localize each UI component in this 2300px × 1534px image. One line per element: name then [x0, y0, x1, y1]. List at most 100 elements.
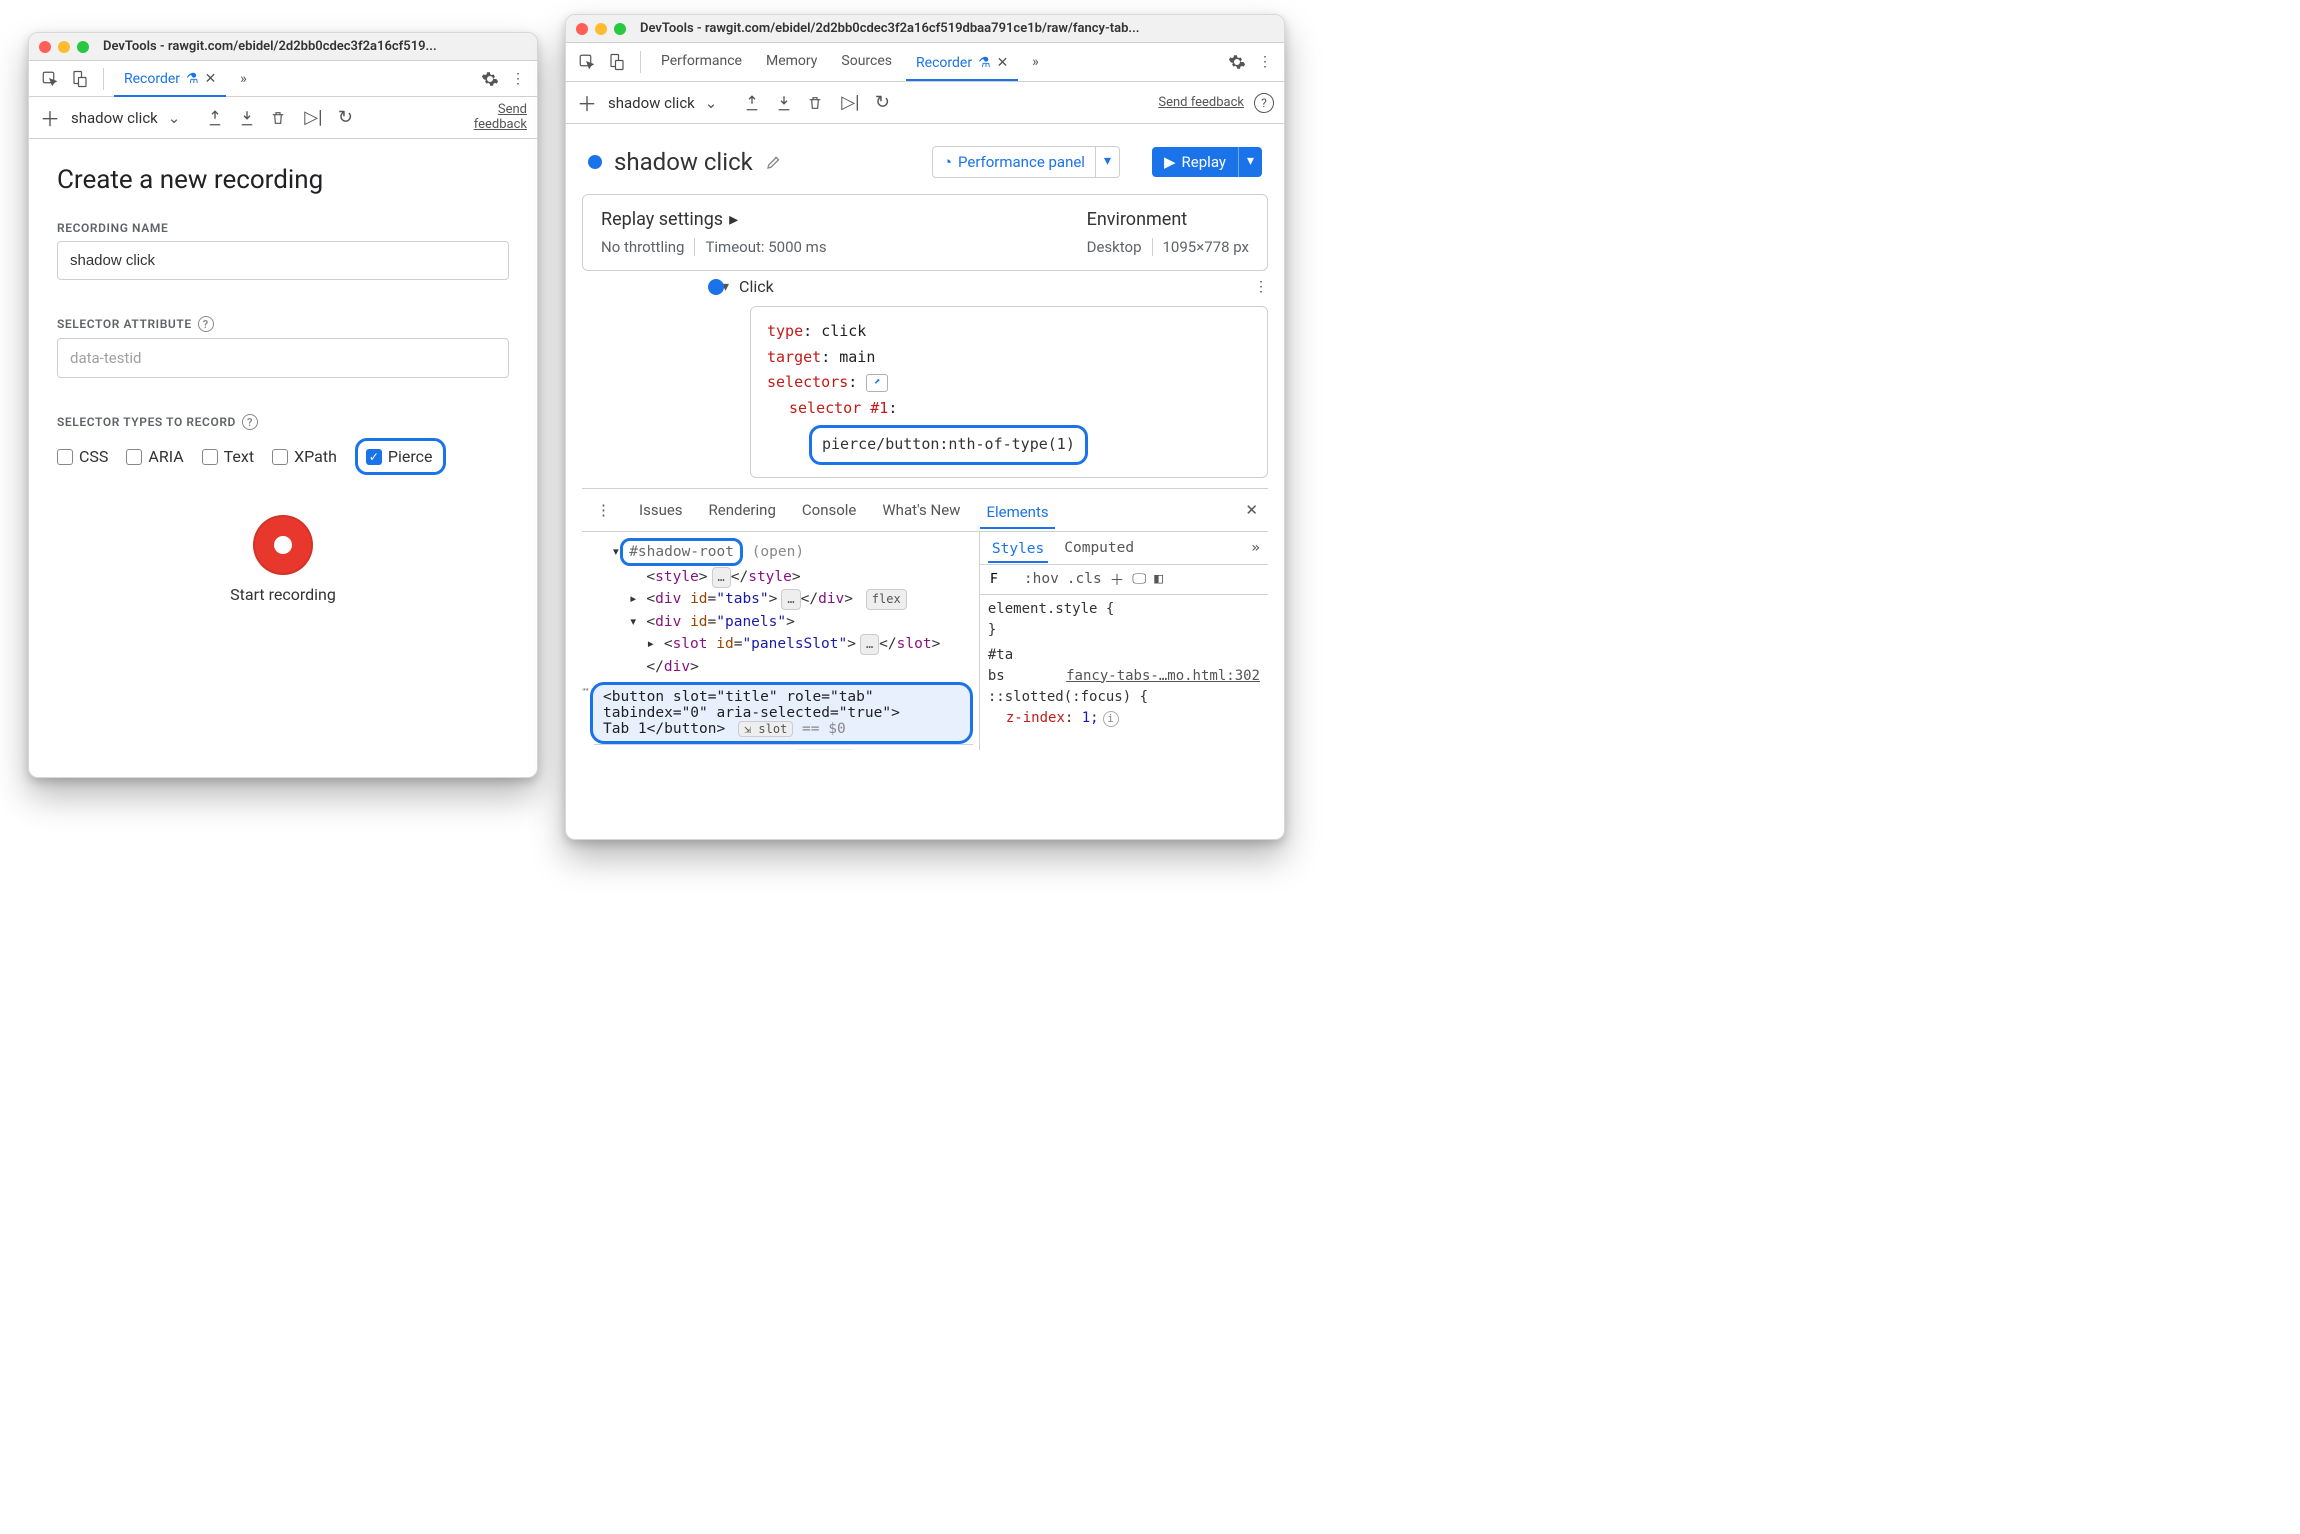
styles-filter-input[interactable]	[988, 571, 1016, 588]
step-timeline: ▾ Click ⋮ type: click target: main selec…	[582, 277, 1268, 478]
minimize-dot[interactable]	[595, 23, 607, 35]
step-kebab-icon[interactable]: ⋮	[1254, 279, 1268, 295]
new-recording-icon[interactable]: ＋	[39, 103, 61, 132]
tab-recorder[interactable]: Recorder ⚗ ✕	[906, 49, 1018, 81]
create-recording-panel: Create a new recording RECORDING NAME SE…	[29, 139, 537, 777]
new-rule-icon[interactable]: ＋	[1110, 569, 1125, 590]
tab-recorder[interactable]: Recorder ⚗ ✕	[114, 65, 226, 97]
step-header[interactable]: ▾ Click ⋮	[722, 277, 1268, 296]
drawer-tab-issues[interactable]: Issues	[633, 495, 689, 525]
window-controls[interactable]	[576, 23, 626, 35]
device-icon[interactable]	[67, 66, 93, 92]
more-dots-icon[interactable]: ⋯	[582, 682, 589, 698]
step-name: Click	[739, 277, 774, 296]
computed-styles-icon[interactable]: 🖵	[1132, 571, 1146, 587]
step-over-icon[interactable]: ▷|	[302, 107, 324, 128]
recorder-toolbar: ＋ shadow click ⌄ ▷| ↻ Send feedback	[29, 97, 537, 139]
drawer-tab-whatsnew[interactable]: What's New	[876, 495, 966, 525]
tab-memory[interactable]: Memory	[756, 47, 827, 77]
performance-panel-dropdown[interactable]: ▾	[1096, 146, 1120, 178]
replay-speed-icon[interactable]: ↻	[871, 92, 893, 113]
panel-tabstrip: Recorder ⚗ ✕ » ⋮	[29, 61, 537, 97]
throttling-value: No throttling	[601, 238, 684, 256]
device-icon[interactable]	[604, 49, 630, 75]
recording-name-input[interactable]	[57, 241, 509, 280]
hov-toggle[interactable]: :hov	[1024, 571, 1059, 587]
device-value: Desktop	[1087, 238, 1142, 256]
drawer-tab-rendering[interactable]: Rendering	[703, 495, 782, 525]
delete-icon[interactable]	[807, 94, 829, 112]
recording-select-chevron-icon[interactable]: ⌄	[168, 109, 181, 127]
dom-tree[interactable]: ▾#shadow-root (open) <style>…</style> ▸ …	[582, 532, 980, 750]
help-icon[interactable]: ?	[1254, 93, 1274, 113]
delete-icon[interactable]	[270, 109, 292, 127]
close-icon[interactable]: ✕	[205, 71, 217, 87]
send-feedback-link[interactable]: Send feedback	[471, 103, 527, 132]
tab-sources[interactable]: Sources	[831, 47, 902, 77]
kebab-icon[interactable]: ⋮	[507, 67, 529, 91]
export-icon[interactable]	[743, 94, 765, 112]
recording-select-chevron-icon[interactable]: ⌄	[705, 94, 718, 112]
selector-value[interactable]: pierce/button:nth-of-type(1)	[809, 425, 1088, 465]
edit-icon[interactable]	[765, 153, 783, 171]
dom-breadcrumb[interactable]: html body fancy-tabs button	[594, 744, 973, 749]
send-feedback-link[interactable]: Send feedback	[1158, 95, 1244, 110]
more-tabs-icon[interactable]: »	[1251, 540, 1260, 556]
styles-tab-computed[interactable]: Computed	[1060, 536, 1138, 560]
styles-tab-styles[interactable]: Styles	[988, 537, 1048, 563]
replay-speed-icon[interactable]: ↻	[334, 107, 356, 128]
gear-icon[interactable]	[1224, 49, 1250, 75]
inspect-icon[interactable]	[37, 66, 63, 92]
checkbox-text[interactable]: Text	[202, 447, 254, 466]
drawer-kebab-icon[interactable]: ⋮	[592, 497, 615, 523]
recorder-toolbar: ＋ shadow click ⌄ ▷| ↻ Send feedback ?	[566, 82, 1284, 124]
tab-performance[interactable]: Performance	[651, 47, 752, 77]
toggle-sidebar-icon[interactable]: ◧	[1154, 571, 1163, 587]
panel-tabstrip: Performance Memory Sources Recorder ⚗ ✕ …	[566, 43, 1284, 82]
selected-dom-node[interactable]: <button slot="title" role="tab" tabindex…	[590, 682, 973, 744]
styles-rules[interactable]: element.style { } #ta bs fancy-tabs-…mo.…	[980, 595, 1268, 733]
new-recording-icon[interactable]: ＋	[576, 88, 598, 117]
import-icon[interactable]	[238, 109, 260, 127]
checkbox-xpath[interactable]: XPath	[272, 447, 337, 466]
highlight-ring: ✓Pierce	[355, 438, 446, 475]
step-over-icon[interactable]: ▷|	[839, 92, 861, 113]
more-tabs-icon[interactable]: »	[230, 66, 256, 92]
window-controls[interactable]	[39, 41, 89, 53]
help-icon[interactable]: ?	[198, 316, 214, 332]
checkbox-css[interactable]: CSS	[57, 447, 108, 466]
info-icon[interactable]: i	[1103, 711, 1119, 727]
close-dot[interactable]	[39, 41, 51, 53]
selector-attribute-label: SELECTOR ATTRIBUTE ?	[57, 316, 509, 332]
more-tabs-icon[interactable]: »	[1022, 49, 1048, 75]
cls-toggle[interactable]: .cls	[1067, 571, 1102, 587]
drawer-tab-console[interactable]: Console	[796, 495, 863, 525]
close-dot[interactable]	[576, 23, 588, 35]
replay-button[interactable]: ▶ Replay	[1152, 147, 1238, 177]
zoom-dot[interactable]	[77, 41, 89, 53]
minimize-dot[interactable]	[58, 41, 70, 53]
help-icon[interactable]: ?	[242, 414, 258, 430]
export-icon[interactable]	[206, 109, 228, 127]
drawer-close-icon[interactable]: ✕	[1245, 501, 1258, 519]
shadow-root-pill[interactable]: #shadow-root	[620, 538, 743, 566]
selector-attribute-input[interactable]: data-testid	[57, 338, 509, 378]
performance-panel-button[interactable]: ◔ Performance panel	[932, 146, 1096, 178]
select-element-icon[interactable]: ⬈	[866, 374, 888, 392]
replay-settings-title[interactable]: Replay settings▸	[601, 209, 827, 230]
zoom-dot[interactable]	[614, 23, 626, 35]
source-link[interactable]: fancy-tabs-…mo.html:302	[1066, 666, 1260, 687]
import-icon[interactable]	[775, 94, 797, 112]
recording-name-label: RECORDING NAME	[57, 221, 509, 235]
gear-icon[interactable]	[477, 66, 503, 92]
replay-dropdown[interactable]: ▾	[1238, 147, 1262, 177]
flask-icon: ⚗	[186, 71, 199, 87]
checkbox-aria[interactable]: ARIA	[126, 447, 183, 466]
close-icon[interactable]: ✕	[997, 55, 1009, 71]
checkbox-pierce[interactable]: ✓Pierce	[366, 447, 433, 466]
start-recording-button[interactable]	[253, 515, 313, 575]
window-title: DevTools - rawgit.com/ebidel/2d2bb0cdec3…	[640, 21, 1139, 36]
inspect-icon[interactable]	[574, 49, 600, 75]
kebab-icon[interactable]: ⋮	[1254, 50, 1276, 74]
drawer-tab-elements[interactable]: Elements	[980, 497, 1054, 529]
